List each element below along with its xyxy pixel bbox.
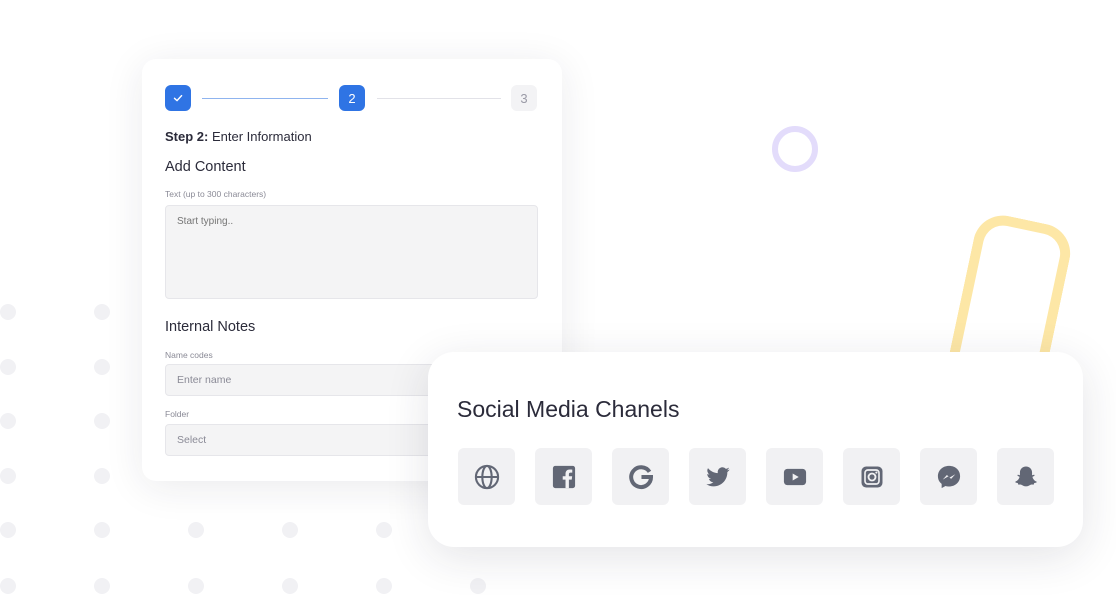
instagram-button[interactable] <box>843 448 900 505</box>
messenger-icon <box>937 465 960 488</box>
background-dot <box>188 522 204 538</box>
background-dot <box>94 468 110 484</box>
text-label: Text (up to 300 characters) <box>165 189 267 199</box>
twitter-icon <box>705 466 730 486</box>
youtube-icon <box>783 468 806 485</box>
step-2-current[interactable]: 2 <box>339 85 365 111</box>
facebook-icon <box>552 465 575 488</box>
step-1-completed[interactable] <box>165 85 191 111</box>
text-content-input[interactable] <box>165 205 538 299</box>
background-dot <box>0 359 16 375</box>
stepper-line-completed <box>202 98 328 99</box>
background-dot <box>94 522 110 538</box>
facebook-button[interactable] <box>535 448 592 505</box>
internal-notes-title: Internal Notes <box>165 319 256 335</box>
background-dot <box>0 522 16 538</box>
snapchat-icon <box>1014 466 1037 486</box>
instagram-icon <box>861 466 882 487</box>
stepper-line-upcoming <box>377 98 501 99</box>
step-number: Step 2: <box>165 129 209 144</box>
background-dot <box>376 522 392 538</box>
name-codes-label: Name codes <box>165 350 213 360</box>
youtube-button[interactable] <box>766 448 823 505</box>
background-dot <box>0 578 16 594</box>
folder-select-value: Select <box>177 434 207 446</box>
background-dot <box>0 413 16 429</box>
background-dot <box>94 304 110 320</box>
snapchat-button[interactable] <box>997 448 1054 505</box>
step-heading: Step 2: Enter Information <box>165 129 312 144</box>
messenger-button[interactable] <box>920 448 977 505</box>
background-dot <box>0 304 16 320</box>
background-dot <box>0 468 16 484</box>
folder-label: Folder <box>165 409 190 419</box>
decorative-ring <box>772 126 818 172</box>
name-codes-placeholder: Enter name <box>177 374 232 386</box>
background-dot <box>94 413 110 429</box>
add-content-title: Add Content <box>165 159 246 175</box>
globe-icon <box>474 464 499 489</box>
social-media-card: Social Media Chanels <box>428 352 1083 547</box>
check-icon <box>173 94 183 102</box>
twitter-button[interactable] <box>689 448 746 505</box>
background-dot <box>94 359 110 375</box>
google-icon <box>628 464 653 489</box>
background-dot <box>188 578 204 594</box>
background-dot <box>282 578 298 594</box>
background-dot <box>94 578 110 594</box>
step-name: Enter Information <box>208 129 312 144</box>
background-dot <box>282 522 298 538</box>
step-3-upcoming[interactable]: 3 <box>511 85 537 111</box>
background-dot <box>376 578 392 594</box>
social-media-title: Social Media Chanels <box>457 396 680 422</box>
background-dot <box>470 578 486 594</box>
google-button[interactable] <box>612 448 669 505</box>
website-button[interactable] <box>458 448 515 505</box>
stepper: 2 3 <box>165 85 539 111</box>
